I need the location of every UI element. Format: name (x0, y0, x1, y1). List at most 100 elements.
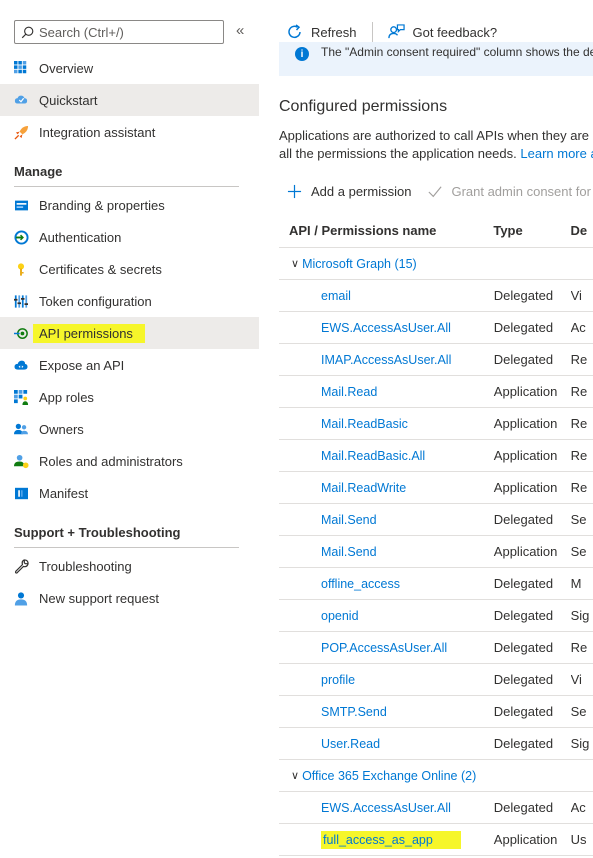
permission-link-cell: full_access_as_app (279, 830, 494, 849)
token-icon (13, 293, 29, 309)
permission-link[interactable]: Mail.Send (279, 513, 494, 527)
wrench-icon (13, 558, 29, 574)
add-permission-button[interactable]: Add a permission (287, 184, 411, 199)
permission-description: Re (570, 384, 588, 399)
permission-description: Se (570, 544, 587, 559)
sidebar-item-branding[interactable]: Branding & properties (0, 189, 259, 221)
refresh-icon (287, 24, 311, 40)
permission-link[interactable]: EWS.AccessAsUser.All (279, 321, 494, 335)
page-title: Configured permissions (279, 98, 448, 115)
rocket-icon (13, 124, 29, 140)
sidebar-item-manifest[interactable]: Manifest (0, 477, 259, 509)
table-row: offline_access Delegated M (279, 568, 593, 600)
sidebar-item-troubleshooting[interactable]: Troubleshooting (0, 550, 259, 582)
permission-type: Delegated (493, 800, 554, 815)
permission-description: Vi (570, 288, 582, 303)
permissions-table: API / Permissions name Type De ∨ Microsof… (279, 214, 593, 856)
sidebar-item-api-permissions[interactable]: API permissions (0, 317, 259, 349)
app-roles-icon (13, 389, 29, 405)
sidebar-item-owners[interactable]: Owners (0, 413, 259, 445)
table-row: profile Delegated Vi (279, 664, 593, 696)
search-row: « (14, 20, 254, 44)
manage-section-title: Manage (14, 164, 63, 179)
table-row: Mail.ReadWrite Application Re (279, 472, 593, 504)
section-divider (14, 547, 239, 548)
permission-description: Re (570, 448, 588, 463)
sidebar-item-token-configuration[interactable]: Token configuration (0, 285, 259, 317)
permission-description: M (570, 576, 582, 591)
info-icon: i (295, 47, 309, 61)
group-name: Office 365 Exchange Online (2) (302, 768, 477, 783)
permission-link[interactable]: Mail.ReadBasic (279, 417, 494, 431)
permission-link[interactable]: IMAP.AccessAsUser.All (279, 353, 494, 367)
sidebar-item-quickstart[interactable]: Quickstart (0, 84, 259, 116)
permission-link[interactable]: Mail.Read (279, 385, 494, 399)
info-text: The "Admin consent required" column show… (321, 45, 593, 59)
search-box[interactable] (14, 20, 224, 44)
feedback-button[interactable]: Got feedback? (387, 23, 497, 41)
permission-link[interactable]: profile (279, 673, 494, 687)
permission-type: Delegated (493, 288, 554, 303)
permission-type: Delegated (493, 640, 554, 655)
table-row: User.Read Delegated Sig (279, 728, 593, 760)
permission-type: Delegated (493, 736, 554, 751)
sidebar-item-roles-administrators[interactable]: Roles and administrators (0, 445, 259, 477)
permission-description: Sig (570, 736, 590, 751)
group-row-microsoft-graph[interactable]: ∨ Microsoft Graph (15) (279, 248, 593, 280)
permission-type: Application (493, 384, 558, 399)
table-row: Mail.Read Application Re (279, 376, 593, 408)
permission-type: Application (493, 544, 558, 559)
table-row: EWS.AccessAsUser.All Delegated Ac (279, 312, 593, 344)
sidebar-item-integration-assistant[interactable]: Integration assistant (0, 116, 259, 148)
permission-description: Re (570, 480, 588, 495)
section-divider (14, 186, 239, 187)
column-header-type[interactable]: Type (493, 223, 570, 238)
sidebar-item-expose-api[interactable]: Expose an API (0, 349, 259, 381)
column-header-description[interactable]: De (570, 223, 593, 238)
group-row-office-365-exchange[interactable]: ∨ Office 365 Exchange Online (2) (279, 760, 593, 792)
grant-admin-consent-button[interactable]: Grant admin consent for (427, 184, 591, 199)
chevron-down-icon: ∨ (291, 258, 300, 270)
search-input[interactable] (39, 24, 219, 40)
learn-more-link[interactable]: Learn more a (520, 146, 593, 161)
permission-link[interactable]: full_access_as_app (321, 830, 461, 849)
table-row: email Delegated Vi (279, 280, 593, 312)
permission-link[interactable]: POP.AccessAsUser.All (279, 641, 494, 655)
permission-link[interactable]: Mail.ReadBasic.All (279, 449, 494, 463)
sidebar-item-overview[interactable]: Overview (0, 52, 259, 84)
sidebar-item-label: Token configuration (39, 293, 152, 309)
column-header-name[interactable]: API / Permissions name (279, 223, 493, 238)
sidebar-item-app-roles[interactable]: App roles (0, 381, 259, 413)
permission-link[interactable]: Mail.Send (279, 545, 494, 559)
info-bar: i The "Admin consent required" column sh… (279, 42, 593, 76)
search-icon (21, 26, 39, 39)
permission-actions: Add a permission Grant admin consent for (287, 184, 591, 199)
group-toggle[interactable]: ∨ Microsoft Graph (15) (279, 257, 417, 271)
permission-link[interactable]: EWS.AccessAsUser.All (279, 801, 494, 815)
table-row: Mail.Send Delegated Se (279, 504, 593, 536)
permission-description: Us (570, 832, 587, 847)
permission-link[interactable]: Mail.ReadWrite (279, 481, 494, 495)
sidebar-item-new-support-request[interactable]: New support request (0, 582, 259, 614)
support-section-title: Support + Troubleshooting (14, 525, 181, 540)
permission-link[interactable]: openid (279, 609, 494, 623)
collapse-sidebar-icon[interactable]: « (236, 22, 244, 39)
permission-link[interactable]: User.Read (279, 737, 494, 751)
checkmark-icon (427, 185, 451, 199)
group-toggle[interactable]: ∨ Office 365 Exchange Online (2) (279, 769, 476, 783)
permission-link[interactable]: email (279, 289, 494, 303)
refresh-label: Refresh (311, 24, 357, 40)
sidebar-item-authentication[interactable]: Authentication (0, 221, 259, 253)
group-name: Microsoft Graph (15) (302, 256, 417, 271)
sidebar-item-certificates[interactable]: Certificates & secrets (0, 253, 259, 285)
sidebar: « Overview Quickstart Integration assist… (0, 0, 259, 858)
permission-link[interactable]: SMTP.Send (279, 705, 494, 719)
sidebar-item-label: Integration assistant (39, 124, 156, 140)
table-row: openid Delegated Sig (279, 600, 593, 632)
table-header: API / Permissions name Type De (279, 214, 593, 248)
permission-type: Delegated (493, 672, 554, 687)
feedback-icon (387, 23, 413, 41)
permission-link[interactable]: offline_access (279, 577, 494, 591)
support-person-icon (13, 590, 29, 606)
refresh-button[interactable]: Refresh (287, 24, 357, 40)
